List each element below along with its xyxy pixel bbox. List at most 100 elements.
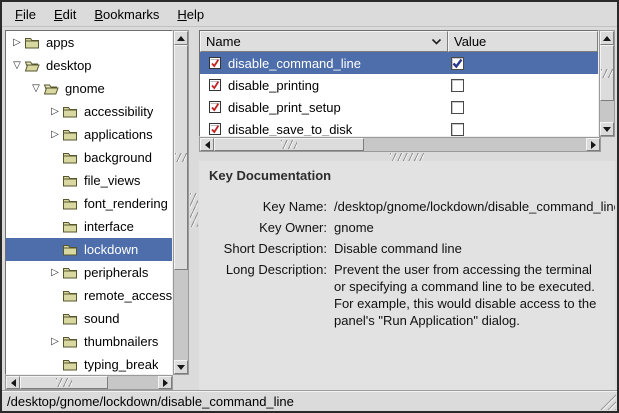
tree-item-file_views[interactable]: file_views [6,169,172,192]
scroll-up-button[interactable] [600,31,614,45]
scroll-thumb[interactable] [174,45,188,270]
scroll-right-button[interactable] [586,138,600,151]
tree-item-desktop[interactable]: ▽desktop [6,54,172,77]
splitter-grip [390,153,424,161]
folder-icon [62,174,78,187]
expand-arrow-icon[interactable]: ▷ [48,268,62,278]
column-label: Value [454,34,486,49]
tree-horizontal-scrollbar[interactable] [5,375,173,390]
gconf-editor-window: File Edit Bookmarks Help ▷apps▽desktop▽g… [0,0,619,413]
tree-item-accessibility[interactable]: ▷accessibility [6,100,172,123]
doc-field-label: Long Description: [209,261,327,329]
expand-arrow-icon[interactable]: ▷ [48,337,62,347]
scroll-thumb[interactable] [600,45,614,101]
tree-view[interactable]: ▷apps▽desktop▽gnome▷accessibility▷applic… [5,30,173,375]
doc-field-row: Key Name:/desktop/gnome/lockdown/disable… [209,198,605,215]
tree-item-applications[interactable]: ▷applications [6,123,172,146]
key-name-cell: disable_save_to_disk [200,122,448,137]
scroll-thumb[interactable] [20,376,108,389]
key-icon [208,100,222,114]
folder-icon [24,36,40,49]
menu-bar: File Edit Bookmarks Help [2,2,617,27]
scroll-track[interactable] [108,376,158,389]
key-name-label: disable_printing [228,78,319,93]
key-name-cell: disable_printing [200,78,448,93]
expand-arrow-icon[interactable]: ▷ [48,107,62,117]
scroll-down-button[interactable] [600,122,614,136]
tree-item-label: font_rendering [84,196,168,211]
folder-icon [62,312,78,325]
key-icon [208,56,222,70]
scroll-down-button[interactable] [174,360,188,374]
thumb-grip [281,140,297,149]
folder-icon [62,105,78,118]
column-header-name[interactable]: Name [200,31,448,52]
tree-item-label: gnome [65,81,105,96]
column-header-value[interactable]: Value [448,31,598,52]
menu-edit[interactable]: Edit [45,4,85,25]
tree-item-apps[interactable]: ▷apps [6,31,172,54]
tree-item-label: file_views [84,173,140,188]
scroll-track[interactable] [364,138,586,151]
doc-field-value: gnome [334,219,605,236]
doc-title: Key Documentation [209,168,605,183]
checkbox-checked[interactable] [451,57,464,70]
tree-item-background[interactable]: background [6,146,172,169]
key-name-cell: disable_print_setup [200,100,448,115]
expand-arrow-icon[interactable]: ▷ [48,130,62,140]
tree-item-label: typing_break [84,357,158,372]
tree-vertical-scrollbar[interactable] [173,30,189,375]
doc-field-value: Disable command line [334,240,605,257]
left-arrow-icon [201,141,210,149]
expand-arrow-icon[interactable]: ▷ [10,38,24,48]
up-arrow-icon [603,32,611,41]
tree-item-thumbnailers[interactable]: ▷ thumbnailers [6,330,172,353]
menu-file[interactable]: File [6,4,45,25]
list-vertical-scrollbar[interactable] [599,30,615,137]
status-bar: /desktop/gnome/lockdown/disable_command_… [2,390,617,411]
tree-item-interface[interactable]: interface [6,215,172,238]
key-list[interactable]: Name Value disable_command_line disable_p… [199,30,599,137]
splitter-grip [190,193,198,227]
checkbox-unchecked[interactable] [451,123,464,136]
list-horizontal-scrollbar[interactable] [199,137,601,152]
scroll-track[interactable] [600,101,614,122]
scroll-up-button[interactable] [174,31,188,45]
scroll-thumb[interactable] [214,138,364,151]
tree-item-gnome[interactable]: ▽ gnome [6,77,172,100]
tree-item-typing_break[interactable]: typing_break [6,353,172,375]
tree-item-label: thumbnailers [84,334,158,349]
checkbox-unchecked[interactable] [451,79,464,92]
thumb-grip [175,153,187,162]
tree-item-label: peripherals [84,265,148,280]
key-row-disable_print_setup[interactable]: disable_print_setup [200,96,598,118]
key-row-disable_command_line[interactable]: disable_command_line [200,52,598,74]
tree-item-lockdown[interactable]: lockdown [6,238,172,261]
folder-icon [62,151,78,164]
tree-item-remote_access[interactable]: remote_access [6,284,172,307]
open-folder-icon [24,59,40,72]
scroll-left-button[interactable] [6,376,20,389]
pane-splitter[interactable] [189,30,199,390]
scroll-track[interactable] [174,270,188,360]
resize-grip-icon[interactable] [599,393,616,410]
thumb-grip [56,378,72,387]
tree-item-peripherals[interactable]: ▷ peripherals [6,261,172,284]
list-header: Name Value [200,31,598,52]
menu-bookmarks[interactable]: Bookmarks [85,4,168,25]
scroll-right-button[interactable] [158,376,172,389]
collapse-arrow-icon[interactable]: ▽ [29,84,43,94]
key-row-disable_save_to_disk[interactable]: disable_save_to_disk [200,118,598,137]
checkbox-unchecked[interactable] [451,101,464,114]
key-row-disable_printing[interactable]: disable_printing [200,74,598,96]
tree-item-font_rendering[interactable]: font_rendering [6,192,172,215]
tree-item-label: remote_access [84,288,172,303]
doc-splitter[interactable] [199,152,615,161]
collapse-arrow-icon[interactable]: ▽ [10,61,24,71]
menu-help[interactable]: Help [168,4,213,25]
tree-item-label: lockdown [84,242,138,257]
key-icon [208,122,222,136]
tree-item-sound[interactable]: sound [6,307,172,330]
key-value-cell [448,79,598,92]
scroll-left-button[interactable] [200,138,214,151]
